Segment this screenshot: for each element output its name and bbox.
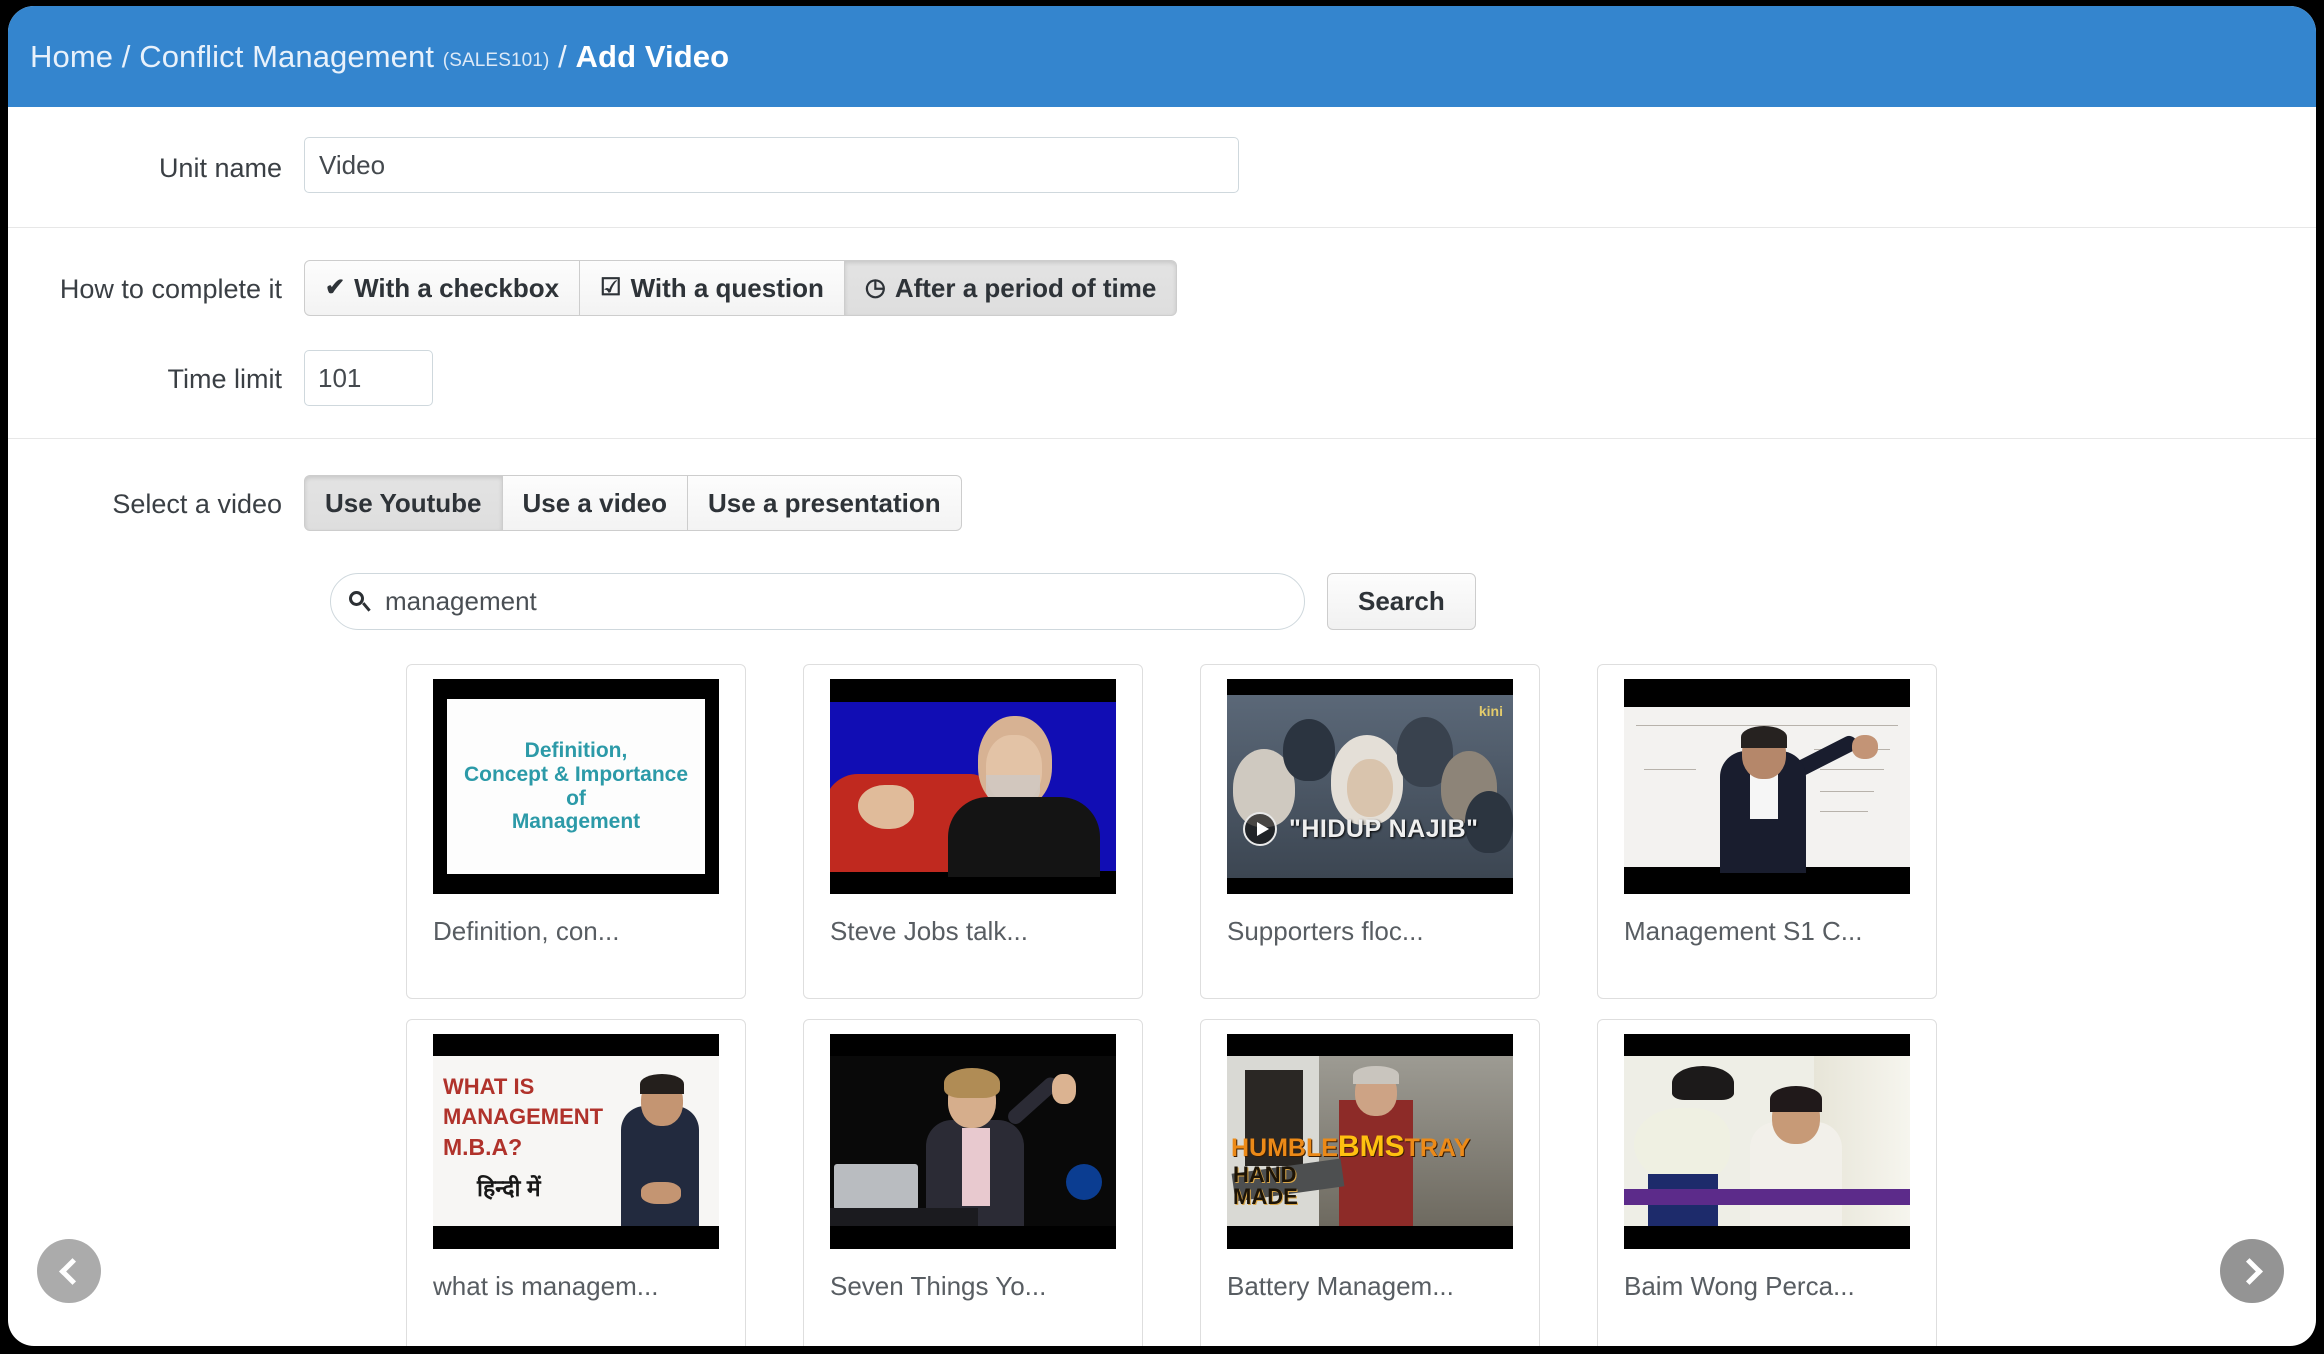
video-card[interactable]: WHAT IS MANAGEMENT M.B.A? हिन्दी में wha… <box>406 1019 746 1346</box>
video-card[interactable]: "HIDUP NAJIB" kini Supporters floc... <box>1200 664 1540 999</box>
option-after-a-period-of-time[interactable]: ◷ After a period of time <box>844 260 1178 316</box>
thumb-overlay-text: "HIDUP NAJIB" <box>1289 815 1479 843</box>
video-thumbnail <box>830 679 1116 894</box>
thumb-text-line: HUMBLE <box>1231 1134 1338 1162</box>
breadcrumb: Home / Conflict Management (SALES101) / … <box>30 39 729 75</box>
thumb-text-line: Definition, <box>524 739 628 763</box>
breadcrumb-course-code: (SALES101) <box>442 49 550 71</box>
video-card[interactable]: Definition, Concept & Importance of Mana… <box>406 664 746 999</box>
video-title: Battery Managem... <box>1227 1271 1454 1301</box>
thumb-text-line: WHAT IS <box>443 1074 535 1099</box>
search-input[interactable] <box>330 573 1305 630</box>
chevron-left-icon <box>58 1257 86 1285</box>
option-with-a-question-label: With a question <box>630 272 824 303</box>
video-card[interactable]: HUMBLEBMSTRAY HAND MADE Battery Managem.… <box>1200 1019 1540 1346</box>
play-icon <box>1243 812 1277 846</box>
thumb-text-line: Concept & Importance <box>463 762 689 786</box>
search-field-wrapper <box>330 573 1305 630</box>
video-title: Definition, con... <box>433 916 620 946</box>
checkbox-icon: ☑ <box>600 274 622 301</box>
video-card[interactable]: Baim Wong Perca... <box>1597 1019 1937 1346</box>
select-video-row: Select a video Use Youtube Use a video U… <box>8 439 2316 531</box>
search-button[interactable]: Search <box>1327 573 1476 630</box>
video-title: Seven Things Yo... <box>830 1271 1047 1301</box>
option-after-a-period-of-time-label: After a period of time <box>894 272 1157 303</box>
thumb-text-line: Management <box>511 810 641 834</box>
thumb-text-line: BMS <box>1337 1130 1405 1163</box>
how-to-complete-row: How to complete it ✔ With a checkbox ☑ W… <box>8 228 2316 326</box>
video-title: Management S1 C... <box>1624 916 1863 946</box>
select-video-label: Select a video <box>112 489 282 519</box>
thumb-text-line: MANAGEMENT <box>443 1104 604 1129</box>
video-thumbnail: Definition, Concept & Importance of Mana… <box>433 679 719 894</box>
time-limit-label: Time limit <box>167 364 283 394</box>
form-body: Unit name How to complete it ✔ With a ch… <box>8 107 2316 1346</box>
tab-use-a-video[interactable]: Use a video <box>502 475 689 531</box>
unit-name-row: Unit name <box>8 107 2316 227</box>
breadcrumb-separator-2: / <box>549 38 576 74</box>
unit-name-label: Unit name <box>158 153 282 183</box>
video-results: Definition, Concept & Importance of Mana… <box>8 664 2316 1346</box>
chevron-right-icon <box>2235 1257 2263 1285</box>
unit-name-input[interactable] <box>304 137 1239 193</box>
video-title: what is managem... <box>433 1271 659 1301</box>
breadcrumb-course[interactable]: Conflict Management <box>139 39 434 74</box>
page-title: Add Video <box>575 38 730 74</box>
breadcrumb-home[interactable]: Home <box>30 39 113 74</box>
thumb-text-line: of <box>566 786 586 810</box>
thumb-logo: kini <box>1478 703 1503 719</box>
video-card[interactable]: Management S1 C... <box>1597 664 1937 999</box>
video-card[interactable]: Seven Things Yo... <box>803 1019 1143 1346</box>
time-limit-input[interactable] <box>304 350 433 406</box>
time-limit-row: Time limit <box>8 326 2316 438</box>
app-window: Home / Conflict Management (SALES101) / … <box>8 6 2316 1346</box>
tab-use-a-presentation[interactable]: Use a presentation <box>688 475 962 531</box>
video-thumbnail <box>1624 679 1910 894</box>
thumb-text-line: TRAY <box>1404 1134 1471 1162</box>
video-thumbnail: HUMBLEBMSTRAY HAND MADE <box>1227 1034 1513 1249</box>
video-title: Supporters floc... <box>1227 916 1424 946</box>
video-title: Baim Wong Perca... <box>1624 1271 1855 1301</box>
thumb-text-line: M.B.A? <box>443 1134 523 1160</box>
video-thumbnail: "HIDUP NAJIB" kini <box>1227 679 1513 894</box>
thumb-text-line: HAND MADE <box>1233 1162 1298 1209</box>
completion-method-group: ✔ With a checkbox ☑ With a question ◷ Af… <box>304 260 2316 316</box>
video-thumbnail: WHAT IS MANAGEMENT M.B.A? हिन्दी में <box>433 1034 719 1249</box>
tab-use-youtube[interactable]: Use Youtube <box>304 475 503 531</box>
how-to-complete-label: How to complete it <box>59 274 282 304</box>
video-source-tabs: Use Youtube Use a video Use a presentati… <box>304 475 2316 531</box>
carousel-next-button[interactable] <box>2220 1239 2284 1303</box>
option-with-a-checkbox-label: With a checkbox <box>354 272 560 303</box>
video-grid: Definition, Concept & Importance of Mana… <box>406 664 2316 1346</box>
clock-icon: ◷ <box>864 274 886 301</box>
search-row: Search <box>330 573 2316 630</box>
video-thumbnail <box>1624 1034 1910 1249</box>
video-title: Steve Jobs talk... <box>830 916 1028 946</box>
thumb-text-hindi: हिन्दी में <box>477 1175 541 1201</box>
nasa-logo-icon <box>1066 1164 1102 1200</box>
check-icon: ✔ <box>325 274 346 301</box>
page-header: Home / Conflict Management (SALES101) / … <box>8 6 2316 107</box>
carousel-prev-button[interactable] <box>37 1239 101 1303</box>
breadcrumb-separator-1: / <box>113 38 140 74</box>
option-with-a-question[interactable]: ☑ With a question <box>580 260 845 316</box>
video-thumbnail <box>830 1034 1116 1249</box>
video-card[interactable]: Steve Jobs talk... <box>803 664 1143 999</box>
option-with-a-checkbox[interactable]: ✔ With a checkbox <box>304 260 581 316</box>
